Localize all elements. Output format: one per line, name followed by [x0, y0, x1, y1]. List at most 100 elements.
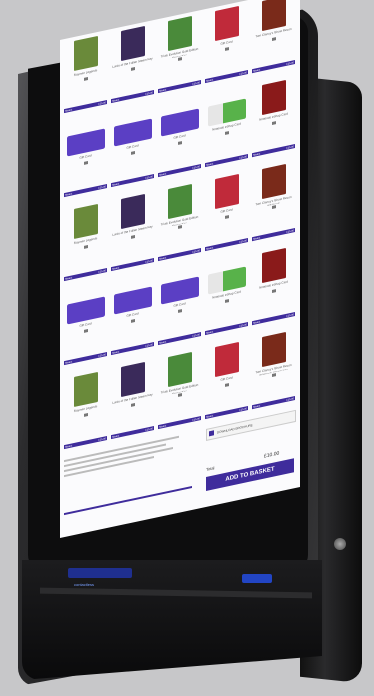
- platform-icon: [177, 309, 182, 314]
- price-bar-platform: Steam: [112, 181, 120, 187]
- price-bar: Steam £15.00: [158, 416, 201, 430]
- product-card[interactable]: Nintendo eShop Card Steam £15.00: [252, 246, 295, 326]
- price-bar-price: £15.00: [98, 100, 106, 106]
- product-card[interactable]: Rayman Legends Steam £15.00: [64, 34, 107, 114]
- price-bar-platform: Steam: [206, 329, 214, 335]
- product-image: [167, 352, 192, 388]
- product-card[interactable]: Nintendo eShop Card Steam £15.00: [205, 88, 248, 168]
- product-card[interactable]: Gift Card Steam £15.00: [205, 4, 248, 84]
- price-bar-platform: Steam: [112, 433, 120, 439]
- product-image: [167, 184, 192, 220]
- price-bar: Steam £15.00: [252, 60, 295, 74]
- product-card[interactable]: Gift Card Steam £15.00: [64, 118, 107, 198]
- platform-icon: [130, 67, 135, 72]
- product-image: [261, 164, 286, 200]
- platform-icon: [130, 151, 135, 156]
- contactless-reader[interactable]: [242, 574, 272, 583]
- product-card[interactable]: Tom Clancy's Ghost Recon Wildlands Steam…: [252, 330, 295, 410]
- product-card[interactable]: Tom Clancy's Ghost Recon Steam £15.00: [252, 0, 295, 74]
- product-image: [214, 6, 239, 42]
- download-icon: [209, 430, 214, 437]
- price-bar-price: £15.00: [192, 416, 200, 422]
- price-bar-price: £15.00: [145, 174, 153, 180]
- price-bar: Steam £15.00: [64, 184, 107, 198]
- platform-icon: [271, 205, 276, 210]
- platform-icon: [271, 37, 276, 42]
- platform-icon: [224, 299, 229, 304]
- price-bar: Steam £15.00: [111, 342, 154, 356]
- add-to-basket-button[interactable]: ADD TO BASKET: [206, 458, 294, 491]
- product-card[interactable]: Rayman Legends Steam £15.00: [64, 202, 107, 282]
- price-bar-price: £15.00: [286, 312, 294, 318]
- price-bar: Steam £15.00: [111, 258, 154, 272]
- product-card[interactable]: Lords of the Fallen Steam Key Steam £15.00: [111, 192, 154, 272]
- product-image: [120, 26, 145, 62]
- platform-icon: [224, 383, 229, 388]
- platform-icon: [224, 215, 229, 220]
- price-bar-price: £15.00: [192, 80, 200, 86]
- platform-icon: [271, 289, 276, 294]
- product-card[interactable]: Trials Evolution Gold Edition Steam Key S…: [158, 182, 201, 262]
- price-bar: Steam £15.00: [64, 352, 107, 366]
- price-bar-platform: Steam: [206, 77, 214, 83]
- price-bar-platform: Steam: [253, 403, 261, 409]
- platform-icon: [224, 47, 229, 52]
- platform-icon: [224, 131, 229, 136]
- product-card[interactable]: Gift Card Steam £15.00: [205, 340, 248, 420]
- price-bar-platform: Steam: [65, 275, 73, 281]
- price-bar: Steam £15.00: [252, 228, 295, 242]
- price-bar-price: £15.00: [239, 322, 247, 328]
- product-image: [261, 248, 286, 284]
- product-card[interactable]: Gift Card Steam £15.00: [111, 108, 154, 188]
- total-value: £10.00: [264, 450, 280, 460]
- product-image: [167, 16, 192, 52]
- product-card[interactable]: Gift Card Steam £15.00: [205, 172, 248, 252]
- platform-icon: [83, 413, 88, 418]
- price-bar-price: £15.00: [286, 60, 294, 66]
- price-bar: Steam £15.00: [252, 312, 295, 326]
- product-grid: Rayman Legends Steam £15.00 Lords of the Fa…: [64, 0, 296, 463]
- price-bar: Steam £15.00: [158, 80, 201, 94]
- price-bar-platform: Steam: [65, 359, 73, 365]
- price-bar-platform: Steam: [253, 319, 261, 325]
- price-bar-platform: Steam: [253, 235, 261, 241]
- product-card[interactable]: Lords of the Fallen Steam Key Steam £15.00: [111, 360, 154, 440]
- product-card[interactable]: Rayman Legends Steam £15.00: [64, 370, 107, 450]
- product-card[interactable]: Nintendo eShop Card Steam £15.00: [252, 78, 295, 158]
- info-divider: [64, 485, 192, 516]
- product-card[interactable]: Trials Evolution Gold Edition Steam Key S…: [158, 14, 201, 94]
- brochure-label: DOWNLOAD BROCHURE: [217, 423, 253, 435]
- price-bar-price: £15.00: [192, 164, 200, 170]
- product-image: [73, 36, 98, 72]
- product-card[interactable]: Gift Card Steam £15.00: [64, 286, 107, 366]
- price-bar-price: £15.00: [239, 70, 247, 76]
- price-bar: Steam £15.00: [205, 238, 248, 252]
- platform-icon: [271, 373, 276, 378]
- price-bar-price: £15.00: [145, 426, 153, 432]
- product-card[interactable]: Gift Card Steam £15.00: [158, 98, 201, 178]
- price-bar: Steam £15.00: [205, 406, 248, 420]
- price-bar-platform: Steam: [65, 191, 73, 197]
- price-bar-price: £15.00: [98, 436, 106, 442]
- product-card[interactable]: Lords of the Fallen Steam Key Steam £15.00: [111, 24, 154, 104]
- product-card[interactable]: Tom Clancy's Ghost Recon Wildlands Steam £…: [252, 162, 295, 242]
- product-card[interactable]: Gift Card Steam £15.00: [111, 276, 154, 356]
- price-bar: Steam £15.00: [205, 70, 248, 84]
- product-card[interactable]: Nintendo eShop Card Steam £15.00: [205, 256, 248, 336]
- price-bar-price: £15.00: [286, 396, 294, 402]
- price-bar-price: £15.00: [145, 342, 153, 348]
- price-bar-platform: Steam: [206, 161, 214, 167]
- product-card[interactable]: Gift Card Steam £15.00: [158, 266, 201, 346]
- product-card[interactable]: Trials Evolution Gold Edition Steam Key S…: [158, 350, 201, 430]
- platform-icon: [177, 141, 182, 146]
- product-image: [261, 80, 286, 116]
- price-bar-price: £15.00: [286, 228, 294, 234]
- price-bar-platform: Steam: [253, 67, 261, 73]
- price-bar-price: £15.00: [239, 406, 247, 412]
- price-bar-platform: Steam: [159, 339, 167, 345]
- price-bar: Steam £15.00: [158, 248, 201, 262]
- product-image: [214, 342, 239, 378]
- card-reader[interactable]: [68, 568, 132, 578]
- product-image: [73, 204, 98, 240]
- price-bar: Steam £15.00: [111, 90, 154, 104]
